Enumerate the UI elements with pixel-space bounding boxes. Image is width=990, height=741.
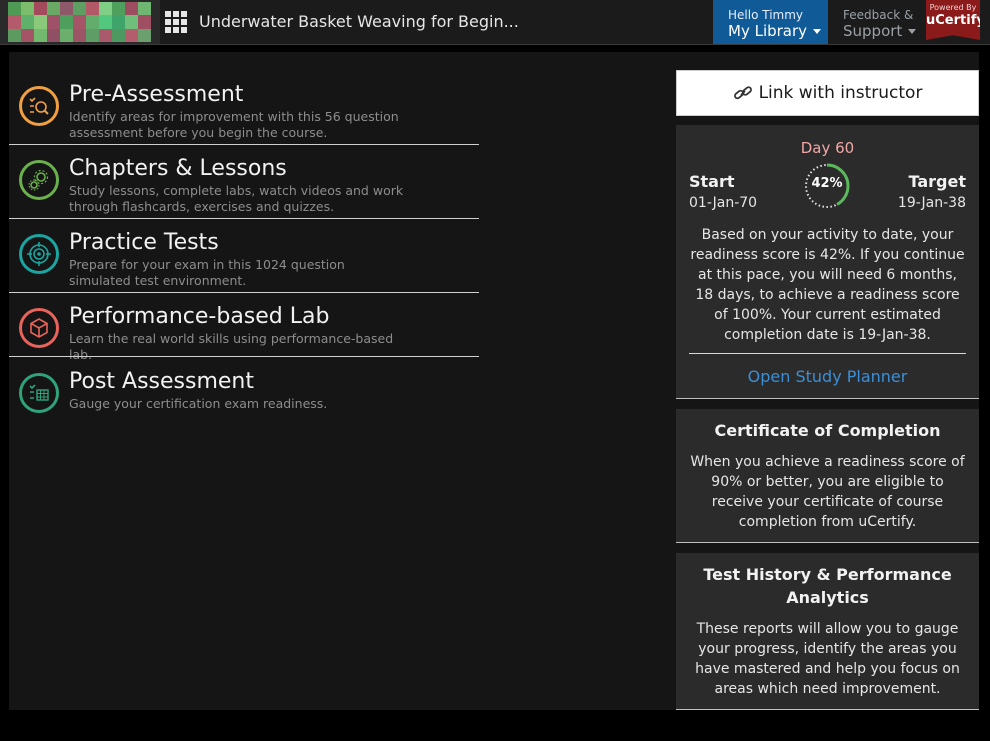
post-assessment-icon — [19, 373, 59, 413]
readiness-panel: Day 60 Start 01-Jan-70 Target 19-Jan-38 … — [676, 125, 979, 399]
menu-item-chapters-lessons[interactable]: Chapters & Lessons Study lessons, comple… — [9, 154, 479, 220]
menu-item-pre-assessment[interactable]: Pre-Assessment Identify areas for improv… — [9, 80, 479, 146]
menu-item-description: Identify areas for improvement with this… — [69, 109, 399, 140]
divider — [9, 218, 479, 219]
menu-item-title: Practice Tests — [69, 230, 219, 255]
feedback-support-menu[interactable]: Feedback & Support — [830, 0, 924, 44]
feedback-label: Feedback & — [843, 8, 914, 22]
menu-item-description: Prepare for your exam in this 1024 quest… — [69, 257, 345, 288]
menu-item-description: Gauge your certification exam readiness. — [69, 396, 328, 411]
link-with-instructor-label: Link with instructor — [758, 83, 923, 103]
readiness-description: Based on your activity to date, your rea… — [690, 227, 965, 343]
menu-item-title: Performance-based Lab — [69, 304, 330, 329]
analytics-title: Test History & Performance Analytics — [703, 565, 952, 607]
blurred-logo-image — [8, 2, 151, 42]
link-with-instructor-button[interactable]: Link with instructor — [676, 70, 979, 116]
open-study-planner-link[interactable]: Open Study Planner — [676, 367, 979, 386]
target-date: 19-Jan-38 — [897, 195, 966, 211]
my-library-label: My Library — [728, 22, 822, 40]
powered-by-text: Powered By — [929, 3, 977, 12]
start-date: 01-Jan-70 — [689, 195, 758, 211]
analytics-body: These reports will allow you to gauge yo… — [695, 621, 960, 697]
ucertify-brand: uCertify — [926, 13, 985, 28]
certificate-panel: Certificate of Completion When you achie… — [676, 409, 979, 543]
menu-item-description: Learn the real world skills using perfor… — [69, 331, 394, 362]
apps-grid-icon[interactable] — [165, 11, 187, 33]
greeting-text: Hello Timmy — [728, 8, 804, 22]
support-label: Support — [843, 22, 917, 40]
divider — [9, 144, 479, 145]
caret-down-icon — [908, 29, 917, 34]
menu-item-title: Post Assessment — [69, 369, 254, 394]
divider — [689, 353, 966, 354]
cube-icon — [19, 308, 59, 348]
caret-down-icon — [813, 29, 822, 34]
menu-item-description: Study lessons, complete labs, watch vide… — [69, 183, 404, 214]
certificate-title: Certificate of Completion — [714, 421, 941, 440]
course-logo[interactable] — [0, 0, 160, 44]
powered-by-ucertify-badge[interactable]: Powered By uCertify — [926, 0, 980, 40]
certificate-body: When you achieve a readiness score of 90… — [690, 454, 965, 530]
course-title[interactable]: Underwater Basket Weaving for Begin... — [199, 12, 519, 31]
top-navigation-bar: Underwater Basket Weaving for Begin... H… — [0, 0, 990, 45]
target-icon — [19, 234, 59, 274]
analytics-panel[interactable]: Test History & Performance Analytics The… — [676, 553, 979, 710]
menu-item-title: Chapters & Lessons — [69, 156, 287, 181]
pre-assessment-icon — [19, 86, 59, 126]
menu-item-title: Pre-Assessment — [69, 82, 244, 107]
day-label: Day 60 — [800, 139, 855, 157]
target-label: Target — [908, 172, 967, 191]
readiness-score: 42% — [811, 176, 843, 191]
link-icon — [733, 86, 752, 100]
menu-item-post-assessment[interactable]: Post Assessment Gauge your certification… — [9, 367, 479, 417]
menu-item-practice-tests[interactable]: Practice Tests Prepare for your exam in … — [9, 228, 479, 294]
chapters-gear-icon — [19, 160, 59, 200]
menu-item-performance-lab[interactable]: Performance-based Lab Learn the real wor… — [9, 302, 479, 362]
divider — [9, 356, 479, 357]
start-label: Start — [689, 172, 735, 191]
my-library-menu[interactable]: Hello Timmy My Library — [713, 0, 828, 44]
divider — [9, 292, 479, 293]
